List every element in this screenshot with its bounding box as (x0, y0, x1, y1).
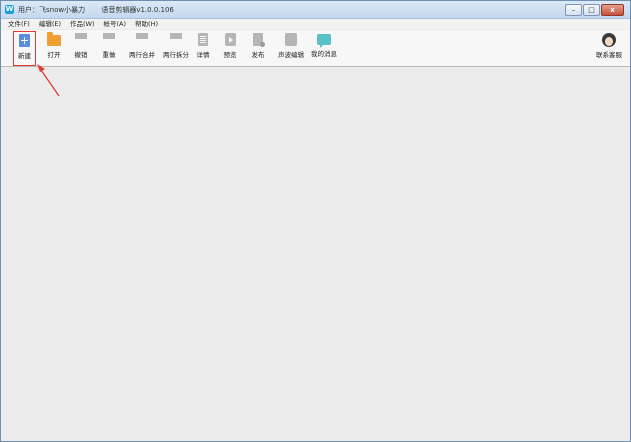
redo-button[interactable]: 重做 (101, 33, 117, 59)
my-messages-button[interactable]: 我的消息 (310, 33, 338, 58)
workspace-area (1, 67, 630, 441)
open-button[interactable]: 打开 (45, 32, 63, 59)
publish-button[interactable]: 发布 (250, 33, 266, 59)
chat-icon (317, 34, 331, 48)
split-lines-button[interactable]: 两行拆分 (162, 33, 190, 59)
title-app: 语音剪辑器v1.0.0.106 (101, 6, 174, 14)
title-user: 用户：飞snow小暴力 (18, 6, 86, 14)
menu-edit[interactable]: 编辑(E) (39, 19, 61, 29)
details-label: 详情 (196, 51, 210, 59)
split-lines-icon (170, 33, 182, 46)
waveform-label: 声波编辑 (278, 51, 304, 59)
folder-icon (47, 32, 61, 46)
support-avatar-icon (602, 33, 616, 47)
undo-button[interactable]: 撤销 (73, 33, 89, 59)
publish-label: 发布 (251, 51, 265, 59)
merge-lines-icon (136, 33, 148, 46)
window-title: 用户：飞snow小暴力 语音剪辑器v1.0.0.106 (18, 5, 188, 15)
open-label: 打开 (47, 51, 61, 59)
minimize-button[interactable]: – (565, 4, 582, 16)
title-bar: W 用户：飞snow小暴力 语音剪辑器v1.0.0.106 – □ x (1, 1, 630, 19)
messages-label: 我的消息 (311, 50, 337, 58)
maximize-button[interactable]: □ (583, 4, 600, 16)
details-button[interactable]: 详情 (195, 33, 211, 59)
publish-icon (253, 33, 265, 47)
add-document-icon: + (19, 34, 30, 47)
preview-button[interactable]: 预览 (222, 33, 238, 59)
menu-help[interactable]: 帮助(H) (135, 19, 158, 29)
play-icon (224, 33, 236, 46)
menu-file[interactable]: 文件(F) (8, 19, 30, 29)
waveform-icon (285, 33, 297, 46)
undo-label: 撤销 (74, 51, 88, 59)
support-label: 联系客服 (596, 51, 622, 59)
menu-bar: 文件(F) 编辑(E) 作品(W) 帐号(A) 帮助(H) (1, 19, 630, 29)
new-label: 新建 (18, 52, 31, 60)
window-controls: – □ x (565, 4, 624, 16)
toolbar: + 新建 打开 撤销 重做 两行合并 两行拆分 详情 预览 发布 声波编辑 我的… (1, 30, 630, 67)
menu-works[interactable]: 作品(W) (70, 19, 95, 29)
redo-label: 重做 (102, 51, 116, 59)
app-logo-icon: W (5, 5, 14, 14)
close-button[interactable]: x (601, 4, 624, 16)
contact-support-button[interactable]: 联系客服 (595, 33, 623, 59)
preview-label: 预览 (223, 51, 237, 59)
merge-lines-button[interactable]: 两行合并 (128, 33, 156, 59)
waveform-edit-button[interactable]: 声波编辑 (277, 33, 305, 59)
redo-icon (103, 33, 115, 46)
undo-icon (75, 33, 87, 46)
new-button[interactable]: + 新建 (13, 31, 36, 66)
main-window: W 用户：飞snow小暴力 语音剪辑器v1.0.0.106 – □ x 文件(F… (0, 0, 631, 442)
split-lines-label: 两行拆分 (163, 51, 189, 59)
menu-account[interactable]: 帐号(A) (104, 19, 127, 29)
details-icon (198, 33, 208, 46)
merge-lines-label: 两行合并 (129, 51, 155, 59)
